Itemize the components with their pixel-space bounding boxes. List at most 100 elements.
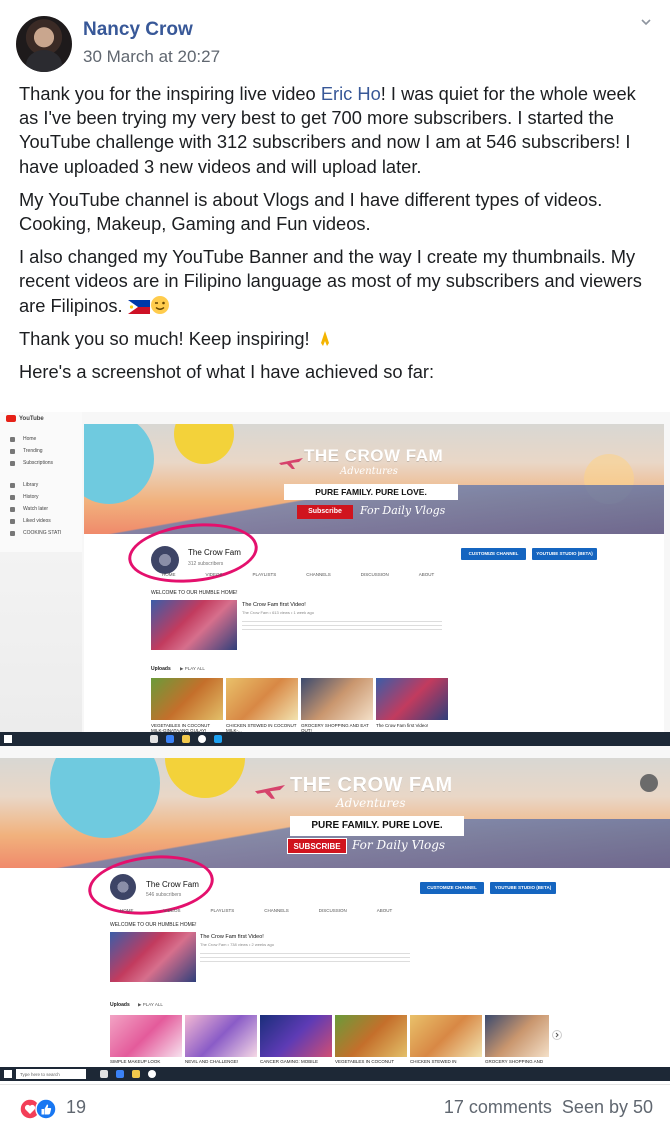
- sidebar-item-home[interactable]: Home: [0, 433, 82, 445]
- tab-playlists[interactable]: PLAYLISTS: [253, 572, 277, 577]
- youtube-sidebar: YouTube Home Trending Subscriptions Libr…: [0, 412, 82, 746]
- sidebar-item-library[interactable]: Library: [0, 479, 82, 491]
- video-thumbnail[interactable]: [410, 1015, 482, 1057]
- tab-playlists[interactable]: PLAYLISTS: [211, 908, 235, 913]
- video-thumbnail[interactable]: [485, 1015, 549, 1057]
- video-title[interactable]: SIMPLE MAKEUP LOOK: [110, 1059, 182, 1065]
- featured-title[interactable]: The Crow Fam first Video!: [200, 934, 264, 940]
- banner-daily: For Daily Vlogs: [360, 504, 446, 517]
- taskbar-app-icon[interactable]: [198, 735, 206, 743]
- studio-button[interactable]: YOUTUBE STUDIO (BETA): [490, 882, 556, 894]
- tab-discussion[interactable]: DISCUSSION: [319, 908, 347, 913]
- windows-taskbar: [0, 732, 670, 746]
- seen-by-count[interactable]: Seen by 50: [562, 1097, 653, 1118]
- tab-home[interactable]: HOME: [162, 572, 176, 577]
- channel-banner: THE CROW FAM Adventures PURE FAMILY. PUR…: [0, 758, 670, 868]
- banner-title: THE CROW FAM: [304, 446, 444, 465]
- channel-page: The Crow Fam 312 subscribers CUSTOMIZE C…: [84, 517, 664, 744]
- winking-face-icon: [150, 295, 169, 314]
- youtube-logo: YouTube: [0, 412, 82, 425]
- channel-banner: THE CROW FAM Adventures PURE FAMILY. PUR…: [84, 424, 664, 534]
- post-stats: 17 comments Seen by 50: [444, 1097, 653, 1118]
- sidebar-item-trending[interactable]: Trending: [0, 445, 82, 457]
- tab-videos[interactable]: VIDEOS: [164, 908, 181, 913]
- video-thumbnail[interactable]: [376, 678, 448, 720]
- windows-start-icon[interactable]: [4, 735, 12, 743]
- banner-tagline: PURE FAMILY. PURE LOVE.: [290, 816, 464, 836]
- customize-channel-button[interactable]: CUSTOMIZE CHANNEL: [420, 882, 484, 894]
- video-thumbnail[interactable]: [151, 678, 223, 720]
- screenshot-after[interactable]: THE CROW FAM Adventures PURE FAMILY. PUR…: [0, 746, 670, 1081]
- screenshot-before[interactable]: YouTube Home Trending Subscriptions Libr…: [0, 412, 670, 746]
- paragraph-2: My YouTube channel is about Vlogs and I …: [19, 188, 603, 235]
- tab-videos[interactable]: VIDEOS: [206, 572, 223, 577]
- uploads-heading: Uploads: [151, 666, 171, 672]
- taskbar-app-icon[interactable]: [150, 735, 158, 743]
- camera-icon[interactable]: [640, 774, 658, 792]
- featured-thumbnail[interactable]: [110, 932, 196, 982]
- tab-channels[interactable]: CHANNELS: [264, 908, 289, 913]
- featured-meta: The Crow Fam • 613 views • 1 week ago: [242, 610, 314, 615]
- play-all-button[interactable]: ▶ PLAY ALL: [180, 666, 205, 672]
- author-name[interactable]: Nancy Crow: [83, 19, 193, 41]
- tab-about[interactable]: ABOUT: [377, 908, 393, 913]
- channel-tabs: HOME VIDEOS PLAYLISTS CHANNELS DISCUSSIO…: [120, 908, 422, 913]
- featured-thumbnail[interactable]: [151, 600, 237, 650]
- welcome-heading: WELCOME TO OUR HUMBLE HOME!: [151, 590, 238, 596]
- sidebar-item-liked[interactable]: Liked videos: [0, 515, 82, 527]
- taskbar-app-icon[interactable]: [166, 735, 174, 743]
- banner-tagline: PURE FAMILY. PURE LOVE.: [284, 484, 458, 500]
- video-title[interactable]: The Crow Fam first Video!: [376, 723, 448, 729]
- taskbar-app-icon[interactable]: [100, 1070, 108, 1078]
- video-title[interactable]: CANCER GAMING: MOBILE: [260, 1059, 332, 1065]
- video-thumbnail[interactable]: [110, 1015, 182, 1057]
- reaction-count[interactable]: 19: [66, 1097, 86, 1118]
- taskbar-search[interactable]: Type here to search: [16, 1069, 86, 1079]
- taskbar-app-icon[interactable]: [214, 735, 222, 743]
- tab-about[interactable]: ABOUT: [419, 572, 435, 577]
- post-message: Thank you for the inspiring live video E…: [19, 82, 649, 393]
- post-footer: 19 17 comments Seen by 50: [0, 1084, 670, 1134]
- video-title[interactable]: NEVIL AND CHALLENGE!: [185, 1059, 257, 1065]
- channel-tabs: HOME VIDEOS PLAYLISTS CHANNELS DISCUSSIO…: [162, 572, 464, 577]
- chevron-right-icon[interactable]: [552, 1030, 562, 1040]
- featured-meta: The Crow Fam • 738 views • 2 weeks ago: [200, 942, 274, 947]
- paragraph-3: I also changed my YouTube Banner and the…: [19, 246, 642, 316]
- taskbar-app-icon[interactable]: [132, 1070, 140, 1078]
- video-thumbnail[interactable]: [301, 678, 373, 720]
- video-title[interactable]: VEGETABLES IN COCONUT: [335, 1059, 407, 1065]
- banner-title: THE CROW FAM: [290, 774, 453, 796]
- airplane-icon: [279, 458, 303, 469]
- tab-discussion[interactable]: DISCUSSION: [361, 572, 389, 577]
- video-thumbnail[interactable]: [226, 678, 298, 720]
- sidebar-item-watch-later[interactable]: Watch later: [0, 503, 82, 515]
- author-avatar[interactable]: [16, 16, 72, 72]
- tab-channels[interactable]: CHANNELS: [306, 572, 331, 577]
- video-title[interactable]: CHICKEN STEWED IN: [410, 1059, 482, 1065]
- featured-description: [200, 950, 410, 962]
- video-title[interactable]: GROCERY SHOPPING AND: [485, 1059, 557, 1065]
- post-timestamp[interactable]: 30 March at 20:27: [83, 47, 220, 67]
- chevron-down-icon[interactable]: [640, 16, 652, 28]
- mention-link[interactable]: Eric Ho: [321, 83, 381, 104]
- tab-home[interactable]: HOME: [120, 908, 134, 913]
- taskbar-app-icon[interactable]: [182, 735, 190, 743]
- video-thumbnail[interactable]: [335, 1015, 407, 1057]
- studio-button[interactable]: YOUTUBE STUDIO (BETA): [532, 548, 597, 560]
- video-thumbnail[interactable]: [260, 1015, 332, 1057]
- taskbar-app-icon[interactable]: [116, 1070, 124, 1078]
- sidebar-item-playlist[interactable]: COOKING STATI: [0, 527, 82, 539]
- featured-title[interactable]: The Crow Fam first Video!: [242, 602, 306, 608]
- sidebar-item-subscriptions[interactable]: Subscriptions: [0, 457, 82, 469]
- reactions-icon[interactable]: [19, 1098, 59, 1120]
- comments-count[interactable]: 17 comments: [444, 1097, 552, 1118]
- airplane-icon: [255, 785, 285, 799]
- sidebar-item-history[interactable]: History: [0, 491, 82, 503]
- facebook-post: Nancy Crow 30 March at 20:27 Thank you f…: [0, 0, 670, 1134]
- play-all-button[interactable]: ▶ PLAY ALL: [138, 1002, 163, 1008]
- video-thumbnail[interactable]: [185, 1015, 257, 1057]
- taskbar-app-icon[interactable]: [148, 1070, 156, 1078]
- customize-channel-button[interactable]: CUSTOMIZE CHANNEL: [461, 548, 526, 560]
- philippines-flag-icon: [127, 299, 150, 314]
- windows-start-icon[interactable]: [4, 1070, 12, 1078]
